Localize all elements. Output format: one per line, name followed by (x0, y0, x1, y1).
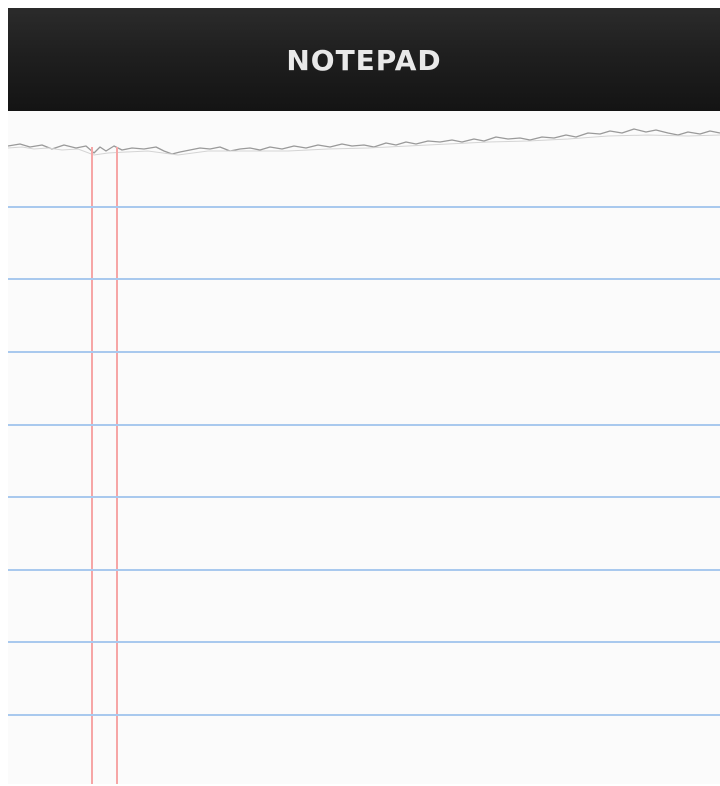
notepad-app: NOTEPAD (8, 8, 720, 784)
torn-edge (8, 128, 720, 156)
app-title: NOTEPAD (286, 44, 442, 77)
note-text-area[interactable] (120, 171, 714, 775)
margin-line-right (116, 147, 118, 784)
margin-line-left (91, 147, 93, 784)
title-bar: NOTEPAD (8, 8, 720, 111)
paper-sheet (8, 111, 720, 784)
